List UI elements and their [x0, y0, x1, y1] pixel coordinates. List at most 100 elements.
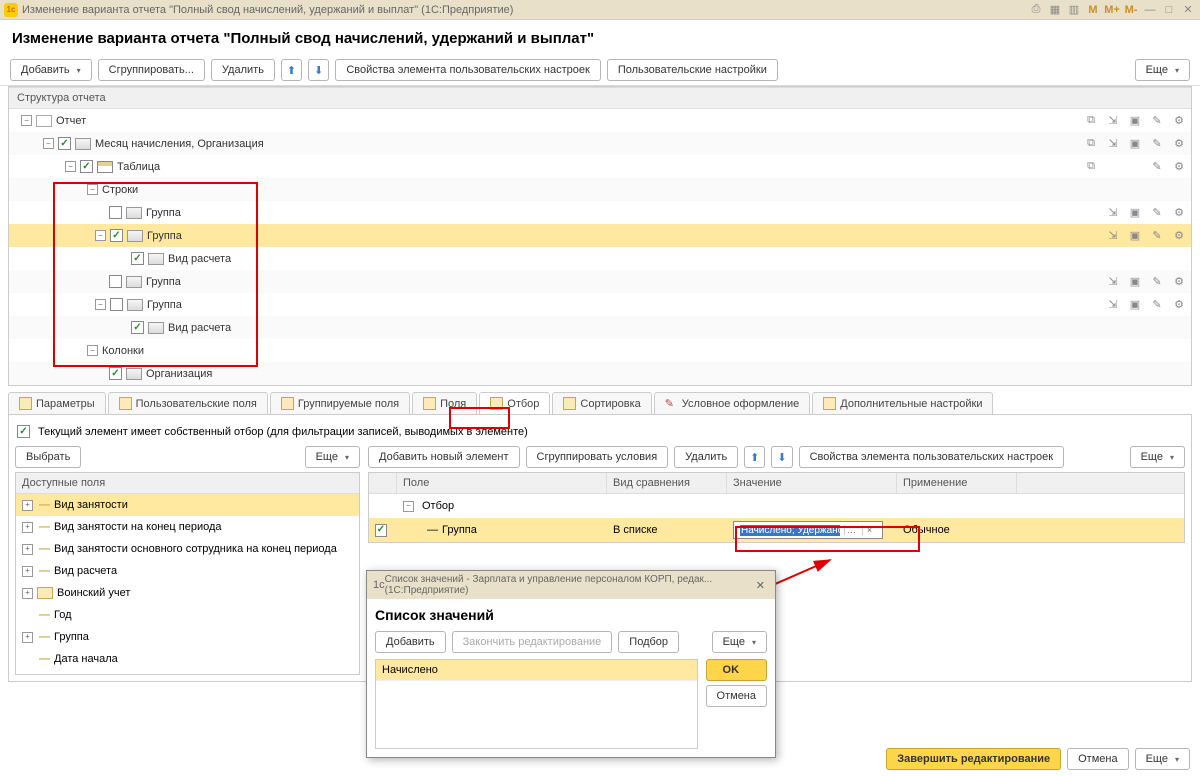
dialog-value-list[interactable]: Начислено: [375, 659, 698, 749]
tree-row-month-org[interactable]: − Месяц начисления, Организация ⧉⇲▣✎⚙: [9, 132, 1191, 155]
tab-group-fields[interactable]: Группируемые поля: [270, 392, 410, 414]
collapse-icon[interactable]: −: [95, 299, 106, 310]
delete-button[interactable]: Удалить: [211, 59, 275, 81]
flag-icon[interactable]: ✎: [1149, 113, 1165, 129]
group-button[interactable]: Сгруппировать...: [98, 59, 205, 81]
tree-row-group[interactable]: Группа ⇲▣✎⚙: [9, 201, 1191, 224]
collapse-icon[interactable]: −: [87, 345, 98, 356]
document-icon: [36, 115, 52, 127]
field-row[interactable]: +—Вид занятости на конец периода: [16, 516, 359, 538]
checkbox[interactable]: [131, 321, 144, 334]
m-icon[interactable]: M: [1085, 3, 1101, 17]
checkbox[interactable]: [109, 206, 122, 219]
field-row[interactable]: +Воинский учет: [16, 582, 359, 604]
checkbox[interactable]: [109, 367, 122, 380]
element-props-button[interactable]: Свойства элемента пользовательских настр…: [335, 59, 600, 81]
checkbox[interactable]: [110, 229, 123, 242]
tree-row-calc-type[interactable]: Вид расчета: [9, 247, 1191, 270]
field-row[interactable]: —Дата окончания: [16, 670, 359, 674]
props-icon[interactable]: ▣: [1127, 113, 1143, 129]
collapse-icon[interactable]: −: [21, 115, 32, 126]
field-row[interactable]: +—Вид расчета: [16, 560, 359, 582]
minimize-icon[interactable]: —: [1142, 3, 1158, 17]
tab-fields[interactable]: Поля: [412, 392, 477, 414]
group-cond-button[interactable]: Сгруппировать условия: [526, 446, 669, 468]
tab-cond-format[interactable]: ✎Условное оформление: [654, 392, 810, 414]
delete-filter-button[interactable]: Удалить: [674, 446, 738, 468]
tree-row-group[interactable]: − Группа ⇲▣✎⚙: [9, 293, 1191, 316]
m-minus-icon[interactable]: M-: [1123, 3, 1139, 17]
value-input[interactable]: Начислено; Удержано; В … ×: [733, 521, 883, 539]
footer-cancel-button[interactable]: Отмена: [1067, 748, 1128, 770]
checkbox[interactable]: [109, 275, 122, 288]
filter-props-button[interactable]: Свойства элемента пользовательских настр…: [799, 446, 1064, 468]
tab-add-settings[interactable]: Дополнительные настройки: [812, 392, 993, 414]
move-up-button[interactable]: ⬆: [281, 59, 302, 81]
list-item[interactable]: Начислено: [376, 660, 697, 681]
tree-row-rows[interactable]: − Строки: [9, 178, 1191, 201]
dialog-add-button[interactable]: Добавить: [375, 631, 446, 653]
dialog-cancel-button[interactable]: Отмена: [706, 685, 767, 707]
select-button[interactable]: Выбрать: [15, 446, 81, 468]
filter-grid: Поле Вид сравнения Значение Применение −…: [368, 472, 1185, 543]
tab-filter[interactable]: Отбор: [479, 392, 550, 414]
tab-user-fields[interactable]: Пользовательские поля: [108, 392, 268, 414]
tree-row-calc-type[interactable]: Вид расчета: [9, 316, 1191, 339]
ellipsis-icon[interactable]: …: [844, 525, 858, 535]
move-down-button[interactable]: ⬇: [771, 446, 792, 468]
dialog-close-icon[interactable]: ✕: [752, 579, 769, 592]
field-row[interactable]: +—Группа: [16, 626, 359, 648]
tree-row-columns[interactable]: − Колонки: [9, 339, 1191, 362]
left-more-button[interactable]: Еще: [305, 446, 360, 468]
add-element-button[interactable]: Добавить новый элемент: [368, 446, 520, 468]
checkbox[interactable]: [58, 137, 71, 150]
collapse-icon[interactable]: −: [87, 184, 98, 195]
checkbox[interactable]: [375, 524, 387, 537]
tree-row-group-selected[interactable]: − Группа ⇲▣✎⚙: [9, 224, 1191, 247]
collapse-icon[interactable]: −: [95, 230, 106, 241]
field-row[interactable]: —Год: [16, 604, 359, 626]
close-icon[interactable]: ✕: [1180, 3, 1196, 17]
filter-group-row[interactable]: —Группа В списке Начислено; Удержано; В …: [369, 518, 1184, 542]
grid-icon[interactable]: ▦: [1047, 3, 1063, 17]
move-up-button[interactable]: ⬆: [744, 446, 765, 468]
more-button[interactable]: Еще: [1135, 59, 1190, 81]
m-plus-icon[interactable]: M+: [1104, 3, 1120, 17]
finish-editing-button[interactable]: Завершить редактирование: [886, 748, 1061, 770]
settings-icon[interactable]: ⚙: [1171, 113, 1187, 129]
copy-icon[interactable]: ⧉: [1083, 113, 1099, 129]
checkbox[interactable]: [17, 425, 30, 438]
print-icon[interactable]: ⎙: [1028, 3, 1044, 17]
field-row[interactable]: +—Вид занятости основного сотрудника на …: [16, 538, 359, 560]
field-list[interactable]: +—Вид занятости +—Вид занятости на конец…: [16, 494, 359, 674]
dialog-finish-button[interactable]: Закончить редактирование: [452, 631, 613, 653]
dialog-more-button[interactable]: Еще: [712, 631, 767, 653]
dialog-ok-button[interactable]: OK: [706, 659, 767, 681]
field-row[interactable]: +—Вид занятости: [16, 494, 359, 516]
user-settings-button[interactable]: Пользовательские настройки: [607, 59, 778, 81]
group-icon: [148, 322, 164, 334]
filter-root-row[interactable]: −Отбор: [369, 494, 1184, 518]
add-button[interactable]: Добавить: [10, 59, 92, 81]
dialog-pick-button[interactable]: Подбор: [618, 631, 679, 653]
tree-row-org[interactable]: Организация: [9, 362, 1191, 385]
tab-sort[interactable]: Сортировка: [552, 392, 651, 414]
checkbox[interactable]: [80, 160, 93, 173]
clear-icon[interactable]: ×: [862, 525, 876, 535]
tree-row-table[interactable]: − Таблица ⧉✎⚙: [9, 155, 1191, 178]
collapse-icon[interactable]: −: [65, 161, 76, 172]
checkbox[interactable]: [131, 252, 144, 265]
footer-more-button[interactable]: Еще: [1135, 748, 1190, 770]
move-down-button[interactable]: ⬇: [308, 59, 329, 81]
link-icon[interactable]: ⇲: [1105, 113, 1121, 129]
collapse-icon[interactable]: −: [43, 138, 54, 149]
maximize-icon[interactable]: □: [1161, 3, 1177, 17]
own-filter-check[interactable]: Текущий элемент имеет собственный отбор …: [17, 425, 1183, 438]
field-row[interactable]: —Дата начала: [16, 648, 359, 670]
tab-params[interactable]: Параметры: [8, 392, 106, 414]
checkbox[interactable]: [110, 298, 123, 311]
tree-row-report[interactable]: − Отчет ⧉⇲▣✎⚙: [9, 109, 1191, 132]
right-more-button[interactable]: Еще: [1130, 446, 1185, 468]
tree-row-group[interactable]: Группа ⇲▣✎⚙: [9, 270, 1191, 293]
calc-icon[interactable]: ▥: [1066, 3, 1082, 17]
